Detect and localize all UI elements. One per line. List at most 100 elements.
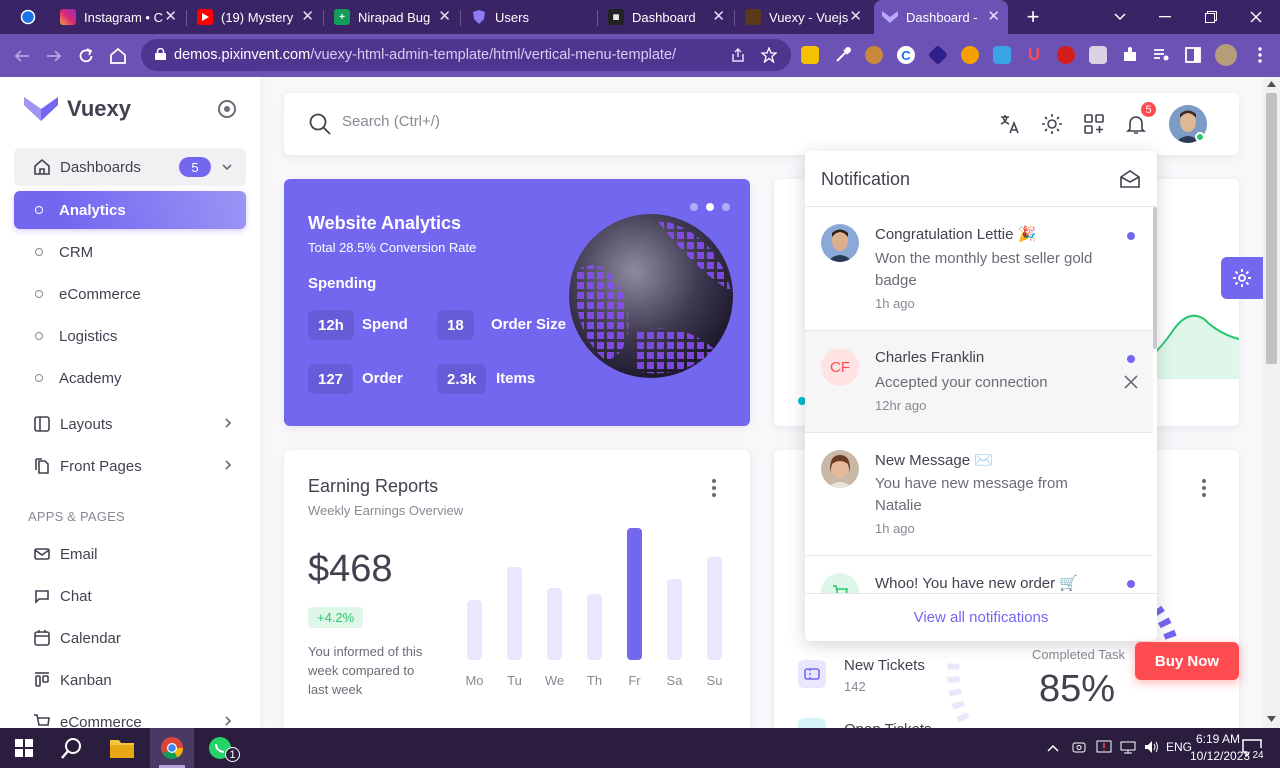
- unread-dot[interactable]: [1127, 580, 1135, 588]
- customizer-button[interactable]: [1221, 257, 1263, 299]
- extension-icon[interactable]: [961, 46, 979, 64]
- webcam-icon[interactable]: [1072, 740, 1086, 757]
- notification-item[interactable]: Congratulation Lettie 🎉 Won the monthly …: [805, 207, 1153, 331]
- reload-icon[interactable]: [75, 45, 97, 67]
- share-icon[interactable]: [730, 47, 746, 63]
- address-bar[interactable]: demos.pixinvent.com/vuexy-html-admin-tem…: [141, 39, 791, 71]
- bar-sa[interactable]: [667, 579, 682, 660]
- system-clock[interactable]: 6:19 AM 10/12/2023: [1190, 731, 1251, 765]
- tab-list-icon[interactable]: [1098, 0, 1142, 34]
- sidebar-item-academy[interactable]: Academy: [14, 359, 246, 397]
- ublock-icon[interactable]: U: [1025, 45, 1043, 64]
- unread-dot[interactable]: [1127, 355, 1135, 363]
- tab-vuexy-vuejs[interactable]: Vuexy - Vuejs ✕: [737, 0, 870, 34]
- tab-search-icon[interactable]: [18, 7, 38, 27]
- bar-fr[interactable]: [627, 528, 642, 660]
- close-icon[interactable]: ✕: [987, 9, 1000, 24]
- camera-icon[interactable]: [1089, 46, 1107, 64]
- sidebar-item-analytics[interactable]: Analytics: [14, 191, 246, 229]
- sidebar-item-ecommerce[interactable]: eCommerce: [14, 275, 246, 313]
- home-icon[interactable]: [107, 45, 129, 67]
- media-icon[interactable]: [1152, 46, 1170, 64]
- clock-date: 10/12/2023: [1190, 749, 1251, 763]
- close-icon[interactable]: ✕: [849, 9, 862, 24]
- side-panel-icon[interactable]: [1184, 46, 1202, 64]
- notification-item[interactable]: CF Charles Franklin Accepted your connec…: [805, 331, 1153, 433]
- extension-icon[interactable]: [993, 46, 1011, 64]
- bar-th[interactable]: [587, 594, 602, 660]
- tab-dashboard[interactable]: ▦ Dashboard ✕: [600, 0, 733, 34]
- search-input[interactable]: [342, 113, 762, 130]
- close-icon[interactable]: ✕: [301, 9, 314, 24]
- close-icon[interactable]: [1124, 375, 1138, 389]
- sidebar-item-logistics[interactable]: Logistics: [14, 317, 246, 355]
- bookmark-star-icon[interactable]: [761, 47, 777, 63]
- carousel-dot-active[interactable]: [706, 203, 714, 211]
- sidebar-toggle[interactable]: [218, 100, 236, 118]
- file-explorer-icon[interactable]: [110, 736, 134, 760]
- close-icon[interactable]: ✕: [438, 9, 451, 24]
- chevron-up-icon[interactable]: [1047, 740, 1059, 755]
- more-options-icon[interactable]: [1202, 479, 1206, 497]
- new-tab-icon[interactable]: +: [1022, 4, 1044, 29]
- grammar-icon[interactable]: C: [897, 46, 915, 64]
- windows-start-icon[interactable]: [12, 736, 36, 760]
- sidebar-item-front-pages[interactable]: Front Pages: [14, 447, 246, 485]
- buy-now-button[interactable]: Buy Now: [1135, 642, 1239, 680]
- network-alert-icon[interactable]: [1096, 740, 1112, 757]
- scroll-up-icon[interactable]: [1267, 81, 1276, 87]
- search-icon[interactable]: [308, 112, 332, 136]
- close-window-icon[interactable]: [1234, 0, 1278, 34]
- sidebar-item-ecommerce-app[interactable]: eCommerce: [14, 703, 246, 728]
- sidebar-item-crm[interactable]: CRM: [14, 233, 246, 271]
- chrome-icon[interactable]: [160, 736, 184, 760]
- forward-icon[interactable]: [43, 45, 65, 67]
- bar-we[interactable]: [547, 588, 562, 660]
- tab-youtube[interactable]: (19) Mystery ✕: [189, 0, 322, 34]
- mark-all-read-icon[interactable]: [1119, 168, 1141, 190]
- search-icon[interactable]: [60, 736, 84, 760]
- bar-tu[interactable]: [507, 567, 522, 660]
- puzzle-icon[interactable]: [1121, 46, 1139, 64]
- close-icon[interactable]: ✕: [712, 9, 725, 24]
- sidebar-item-kanban[interactable]: Kanban: [14, 661, 246, 699]
- seo-icon[interactable]: [1057, 46, 1075, 64]
- menu-dots-icon[interactable]: [1251, 46, 1269, 64]
- carousel-dot[interactable]: [722, 203, 730, 211]
- carousel-dot[interactable]: [690, 203, 698, 211]
- view-all-notifications-link[interactable]: View all notifications: [805, 593, 1157, 641]
- tab-users[interactable]: Users: [463, 0, 596, 34]
- scroll-down-icon[interactable]: [1267, 716, 1276, 722]
- tab-nirapad[interactable]: + Nirapad Bug ✕: [326, 0, 459, 34]
- restore-icon[interactable]: [1189, 0, 1233, 34]
- translate-icon[interactable]: [996, 110, 1024, 138]
- sidebar-item-email[interactable]: Email: [14, 535, 246, 573]
- scrollbar-thumb[interactable]: [1266, 93, 1277, 364]
- notification-item[interactable]: New Message ✉️ You have new message from…: [805, 433, 1153, 556]
- sidebar-item-dashboards[interactable]: Dashboards 5: [14, 148, 246, 186]
- language-indicator[interactable]: ENG: [1166, 740, 1192, 754]
- sun-icon[interactable]: [1038, 110, 1066, 138]
- cookie-icon[interactable]: [865, 46, 883, 64]
- tab-instagram[interactable]: Instagram • C ✕: [52, 0, 185, 34]
- more-options-icon[interactable]: [712, 479, 716, 497]
- tab-active-dashboard[interactable]: Dashboard - ✕: [874, 0, 1008, 34]
- sidebar-item-layouts[interactable]: Layouts: [14, 405, 246, 443]
- profile-avatar[interactable]: [1215, 44, 1237, 66]
- sidebar-item-calendar[interactable]: Calendar: [14, 619, 246, 657]
- sidebar-item-chat[interactable]: Chat: [14, 577, 246, 615]
- extension-icon[interactable]: [801, 46, 819, 64]
- back-icon[interactable]: [11, 45, 33, 67]
- page-scrollbar[interactable]: [1263, 77, 1280, 728]
- brand[interactable]: Vuexy: [24, 96, 131, 122]
- minimize-icon[interactable]: [1143, 0, 1187, 34]
- unread-dot[interactable]: [1127, 232, 1135, 240]
- bar-su[interactable]: [707, 556, 722, 661]
- notification-scrollbar[interactable]: [1153, 207, 1157, 349]
- ethernet-icon[interactable]: [1120, 740, 1136, 757]
- bar-mo[interactable]: [467, 600, 482, 660]
- close-icon[interactable]: ✕: [164, 9, 177, 24]
- shortcuts-grid-icon[interactable]: [1080, 110, 1108, 138]
- volume-icon[interactable]: [1144, 740, 1160, 757]
- eyedropper-icon[interactable]: [834, 46, 852, 64]
